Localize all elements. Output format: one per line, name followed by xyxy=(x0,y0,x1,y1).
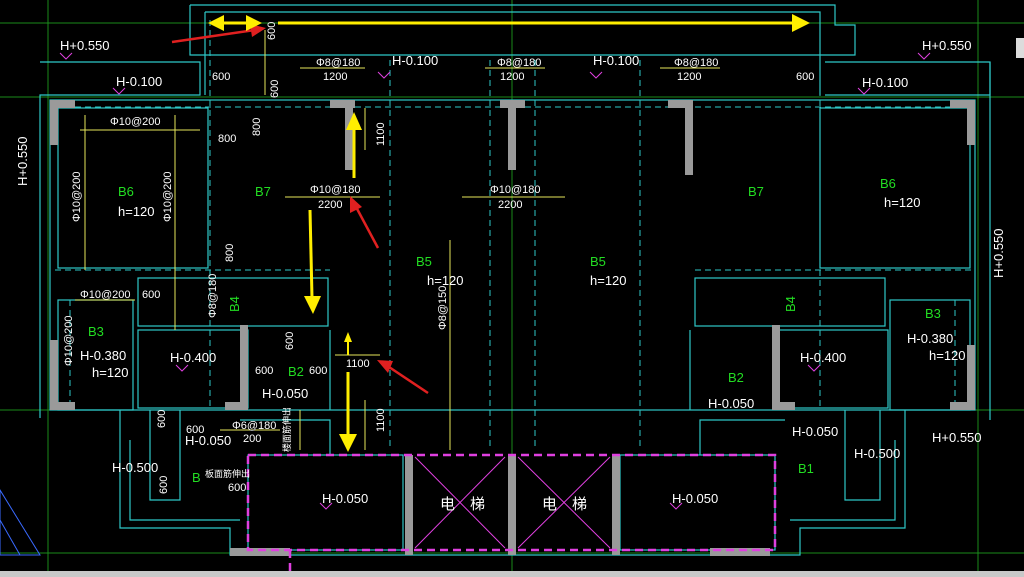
level-label: H-0.050 xyxy=(792,424,838,439)
room-label: 电 xyxy=(542,496,557,513)
room-label: 梯 xyxy=(470,496,485,513)
rebar-label: Φ8@150 xyxy=(437,286,449,330)
level-label: H+0.550 xyxy=(15,136,30,186)
slab-label: B3 xyxy=(925,306,941,321)
slab-label: B3 xyxy=(88,324,104,339)
dim-label: 2200 xyxy=(498,199,522,211)
rebar-label: Φ8@180 xyxy=(497,57,541,69)
rebar-label: Φ10@200 xyxy=(80,289,131,301)
dim-label: 1200 xyxy=(677,71,701,83)
level-label: H-0.100 xyxy=(593,53,639,68)
level-label: H-0.380 xyxy=(80,348,126,363)
level-label: H-0.050 xyxy=(322,491,368,506)
dim-label: 600 xyxy=(156,410,168,428)
rebar-label: Φ8@180 xyxy=(207,274,219,318)
note-label: 楼面筋伸出 xyxy=(281,407,292,452)
thickness-label: h=120 xyxy=(884,195,921,210)
rebar-label: Φ10@200 xyxy=(71,171,83,222)
dim-label: 600 xyxy=(284,332,296,350)
level-label: H-0.100 xyxy=(392,53,438,68)
thickness-label: h=120 xyxy=(118,204,155,219)
dim-label: 600 xyxy=(269,80,281,98)
note-label: 板面筋伸出 xyxy=(205,468,250,479)
dim-label: 600 xyxy=(796,71,814,83)
slab-label: B7 xyxy=(255,184,271,199)
rebar-label: Φ8@180 xyxy=(316,57,360,69)
slab-label: B1 xyxy=(798,461,814,476)
slab-label: B6 xyxy=(118,184,134,199)
level-label: H-0.380 xyxy=(907,331,953,346)
dim-label: 800 xyxy=(251,118,263,136)
slab-label: B6 xyxy=(880,176,896,191)
slab-label: B5 xyxy=(416,254,432,269)
thickness-label: h=120 xyxy=(92,365,129,380)
dim-label: 800 xyxy=(218,133,236,145)
rebar-label: Φ8@180 xyxy=(674,57,718,69)
rebar-label: Φ10@200 xyxy=(162,171,174,222)
room-label: 梯 xyxy=(572,496,587,513)
cad-drawing-canvas[interactable]: H+0.550 H+0.550 H+0.550 H+0.550 H+0.550 … xyxy=(0,0,1024,577)
dim-label: 1200 xyxy=(323,71,347,83)
dim-label: 600 xyxy=(255,365,273,377)
level-label: H+0.550 xyxy=(60,38,110,53)
rebar-label: Φ10@180 xyxy=(310,184,361,196)
rebar-label: Φ10@200 xyxy=(110,116,161,128)
slab-label: B4 xyxy=(783,296,798,312)
dim-label: 600 xyxy=(142,289,160,301)
level-label: H-0.400 xyxy=(170,350,216,365)
side-panel-tab[interactable] xyxy=(1016,38,1024,58)
dim-label: 800 xyxy=(224,244,236,262)
dim-label: 600 xyxy=(228,482,246,494)
rebar-label: Φ10@180 xyxy=(490,184,541,196)
level-label: H-0.050 xyxy=(672,491,718,506)
thickness-label: h=120 xyxy=(590,273,627,288)
status-bar xyxy=(0,571,1024,577)
dim-label: 2200 xyxy=(318,199,342,211)
rebar-label: Φ10@200 xyxy=(63,315,75,366)
dim-label: 1200 xyxy=(500,71,524,83)
level-label: H-0.500 xyxy=(854,446,900,461)
thickness-label: h=120 xyxy=(929,348,966,363)
level-label: H+0.550 xyxy=(991,228,1006,278)
level-label: H-0.050 xyxy=(708,396,754,411)
dim-label: 200 xyxy=(243,433,261,445)
dim-label: 600 xyxy=(309,365,327,377)
level-label: H+0.550 xyxy=(932,430,982,445)
slab-label: B4 xyxy=(227,296,242,312)
slab-label: B7 xyxy=(748,184,764,199)
dim-label: 1100 xyxy=(375,408,387,432)
dim-label: 600 xyxy=(186,424,204,436)
room-label: 电 xyxy=(440,496,455,513)
slab-label: B2 xyxy=(728,370,744,385)
slab-label: B5 xyxy=(590,254,606,269)
dim-label: 600 xyxy=(266,22,278,40)
dim-label: 600 xyxy=(158,476,170,494)
level-label: H+0.550 xyxy=(922,38,972,53)
level-label: H-0.050 xyxy=(262,386,308,401)
slab-label: B2 xyxy=(288,364,304,379)
dim-label: 1100 xyxy=(375,122,387,146)
level-label: H-0.100 xyxy=(862,75,908,90)
level-label: H-0.400 xyxy=(800,350,846,365)
dim-label: 1100 xyxy=(346,358,370,370)
level-label: H-0.500 xyxy=(112,460,158,475)
level-label: H-0.100 xyxy=(116,74,162,89)
dim-label: 600 xyxy=(212,71,230,83)
rebar-label: Φ6@180 xyxy=(232,420,276,432)
slab-label: B xyxy=(192,470,201,485)
